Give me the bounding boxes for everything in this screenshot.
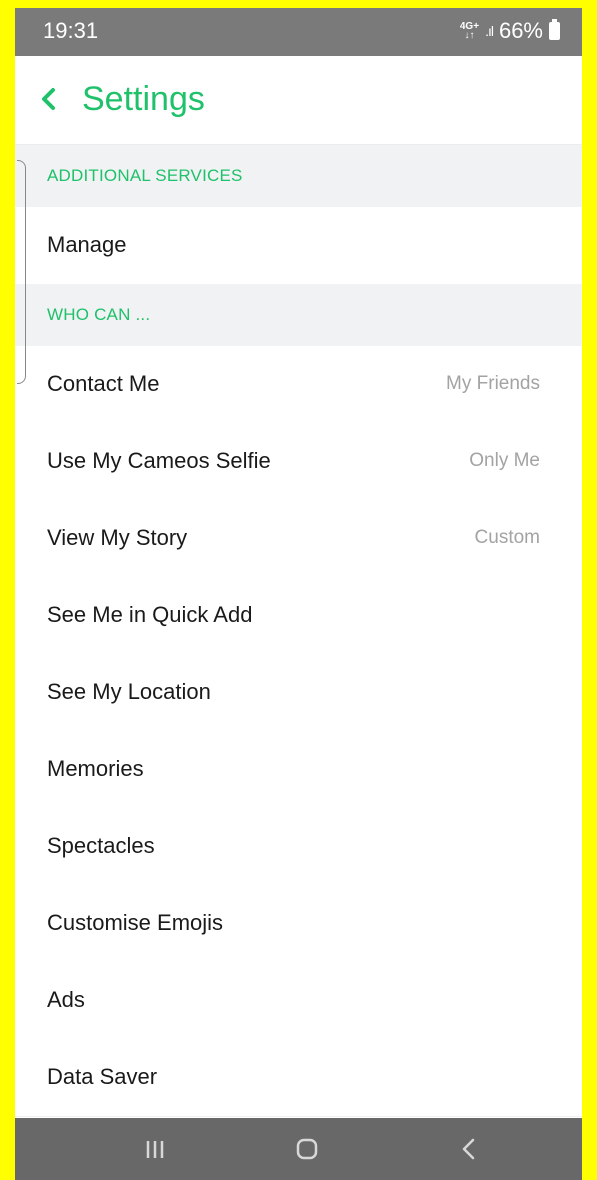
row-label: Memories <box>47 756 144 781</box>
back-icon[interactable] <box>418 1118 518 1180</box>
row-customise-emojis[interactable]: Customise Emojis <box>15 885 582 963</box>
row-label: Spectacles <box>47 833 155 858</box>
chevron-left-icon[interactable] <box>37 86 63 112</box>
row-label: Data Saver <box>47 1064 158 1089</box>
section-header-who-can: WHO CAN ... <box>15 284 582 346</box>
row-label: Manage <box>47 232 127 257</box>
signal-icon: .ıl <box>485 23 494 39</box>
row-see-me-in-quick-add[interactable]: See Me in Quick Add <box>15 577 582 655</box>
status-time: 19:31 <box>43 18 99 43</box>
status-bar: 19:31 4G+ ↓↑ .ıl 66% <box>15 8 582 56</box>
row-ads[interactable]: Ads <box>15 962 582 1040</box>
home-icon[interactable] <box>257 1118 357 1180</box>
recent-apps-icon[interactable] <box>105 1118 205 1180</box>
row-label: Customise Emojis <box>47 910 224 935</box>
status-indicators: 4G+ ↓↑ .ıl 66% <box>460 18 560 44</box>
row-use-my-cameos-selfie[interactable]: Use My Cameos Selfie Only Me <box>15 423 582 501</box>
row-spectacles[interactable]: Spectacles <box>15 808 582 886</box>
row-see-my-location[interactable]: See My Location <box>15 654 582 732</box>
row-value: My Friends <box>446 373 540 394</box>
row-label: See My Location <box>47 679 211 704</box>
battery-icon <box>549 19 560 40</box>
row-manage[interactable]: Manage <box>15 207 582 285</box>
row-memories[interactable]: Memories <box>15 731 582 809</box>
row-label: Ads <box>47 987 85 1012</box>
row-label: Use My Cameos Selfie <box>47 448 271 473</box>
row-label: Contact Me <box>47 371 160 396</box>
battery-percent: 66% <box>498 18 543 43</box>
row-view-my-story[interactable]: View My Story Custom <box>15 500 582 578</box>
navigation-bar <box>15 1118 582 1180</box>
phone-screen: 19:31 4G+ ↓↑ .ıl 66% Settings ADDITIONAL… <box>15 8 582 1180</box>
row-data-saver[interactable]: Data Saver <box>15 1039 582 1117</box>
row-contact-me[interactable]: Contact Me My Friends <box>15 346 582 424</box>
header: Settings <box>15 56 582 145</box>
row-label: See Me in Quick Add <box>47 602 253 627</box>
row-label: View My Story <box>47 525 188 550</box>
section-header-additional-services: ADDITIONAL SERVICES <box>15 145 582 207</box>
row-value: Custom <box>474 527 540 548</box>
scrollbar[interactable] <box>17 160 26 384</box>
row-value: Only Me <box>469 450 540 471</box>
network-icon: 4G+ ↓↑ <box>459 21 480 41</box>
page-title: Settings <box>82 80 205 118</box>
